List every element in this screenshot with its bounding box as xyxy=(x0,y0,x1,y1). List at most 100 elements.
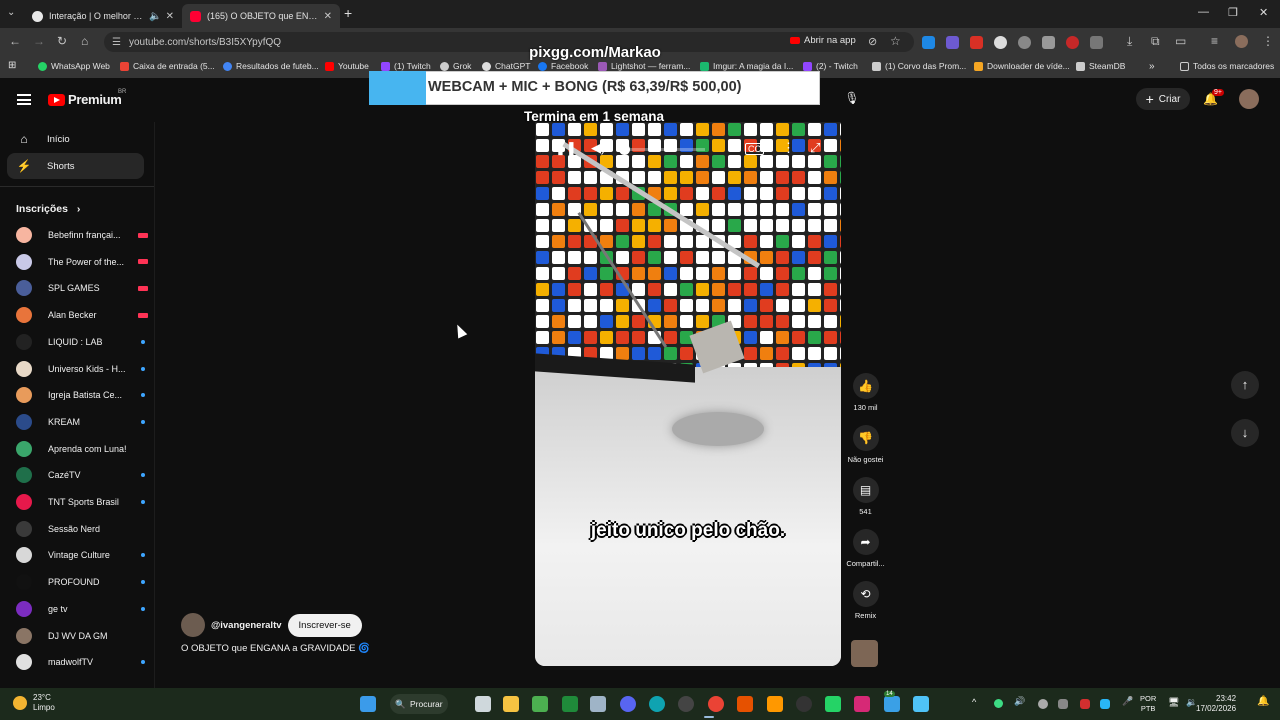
home-icon[interactable]: ⌂ xyxy=(81,34,88,48)
sidebar-item-inicio[interactable]: ⌂ Início xyxy=(7,126,144,152)
forward-icon[interactable]: → xyxy=(33,34,45,48)
site-info-icon[interactable]: ☰ xyxy=(112,37,121,48)
subscription-item[interactable]: Vintage Culture xyxy=(16,546,148,564)
bookmark-item[interactable]: WhatsApp Web xyxy=(38,61,110,71)
tab-close-icon[interactable]: ✕ xyxy=(166,11,174,22)
tray-app-icon[interactable] xyxy=(994,699,1003,708)
tray-speaker-icon[interactable]: 🔊 xyxy=(1014,696,1025,707)
subscription-item[interactable]: Igreja Batista Ce... xyxy=(16,386,148,404)
subscription-item[interactable]: The Power of the... xyxy=(16,253,148,271)
channel-name[interactable]: @ivangeneraltv xyxy=(211,620,282,631)
xbox-icon[interactable] xyxy=(562,696,578,712)
tray-app-icon[interactable] xyxy=(1038,699,1048,709)
extension-icon[interactable] xyxy=(946,36,959,49)
bookmark-item[interactable]: Facebook xyxy=(538,61,588,71)
adblock-icon[interactable] xyxy=(970,36,983,49)
extension-icon[interactable] xyxy=(1066,36,1079,49)
language-indicator[interactable]: POR PTB xyxy=(1140,694,1156,713)
volume-slider[interactable] xyxy=(619,144,705,155)
extensions-puzzle-icon[interactable] xyxy=(1090,36,1103,49)
fullscreen-icon[interactable]: ⤢ xyxy=(810,140,820,156)
taskbar-search[interactable]: 🔍 Procurar xyxy=(390,694,448,714)
tab-search-icon[interactable]: ≡ xyxy=(1211,34,1218,48)
window-close-icon[interactable]: ✕ xyxy=(1259,6,1268,19)
bookmark-item[interactable]: Caixa de entrada (5... xyxy=(120,61,215,71)
bookmark-star-icon[interactable]: ☆ xyxy=(890,34,901,48)
weather-widget[interactable]: 23°C Limpo xyxy=(13,693,55,713)
cloud-icon[interactable] xyxy=(767,696,783,712)
captions-cc-icon[interactable]: CC xyxy=(745,143,764,155)
maximize-icon[interactable]: ❐ xyxy=(1228,6,1238,19)
subscription-item[interactable]: DJ WV DA GM xyxy=(16,627,148,645)
previous-short-up-arrow-icon[interactable]: ↑ xyxy=(1231,371,1259,399)
voice-search-mic-icon[interactable]: 🎙 xyxy=(842,88,862,108)
subscription-item[interactable]: SPL GAMES xyxy=(16,279,148,297)
minimize-icon[interactable]: — xyxy=(1198,6,1209,18)
tray-mic-icon[interactable]: 🎤 xyxy=(1122,696,1133,707)
bookmark-item[interactable]: Downloader de víde... xyxy=(974,61,1070,71)
bookmark-item[interactable]: Grok xyxy=(440,61,471,71)
open-in-app-button[interactable]: Abrir na app xyxy=(790,35,856,46)
cast-icon[interactable]: ▭ xyxy=(1175,34,1186,48)
file-explorer-icon[interactable] xyxy=(503,696,519,712)
start-windows-icon[interactable] xyxy=(360,696,376,712)
extension-icon[interactable] xyxy=(994,36,1007,49)
store-icon[interactable] xyxy=(532,696,548,712)
channel-thumbnail[interactable] xyxy=(851,640,878,667)
tab-close-icon[interactable]: ✕ xyxy=(324,11,332,22)
all-bookmarks-folder[interactable]: Todos os marcadores xyxy=(1180,61,1274,71)
subscription-item[interactable]: CazéTV xyxy=(16,466,148,484)
subscription-item[interactable]: Universo Kids - H... xyxy=(16,360,148,378)
subscription-item[interactable]: TNT Sports Brasil xyxy=(16,493,148,511)
reload-icon[interactable]: ↻ xyxy=(57,34,67,48)
subscription-item[interactable]: Alan Becker xyxy=(16,306,148,324)
next-short-down-arrow-icon[interactable]: ↓ xyxy=(1231,419,1259,447)
dislike-button[interactable]: 👎 Não gostei xyxy=(843,425,888,464)
bookmark-item[interactable]: SteamDB xyxy=(1076,61,1125,71)
tab-audio-icon[interactable]: 🔈 xyxy=(149,11,161,22)
app-icon[interactable] xyxy=(737,696,753,712)
bookmark-item[interactable]: Imgur: A magia da I... xyxy=(700,61,793,71)
extension-icon[interactable] xyxy=(1018,36,1031,49)
remix-button[interactable]: ⟲ Remix xyxy=(843,581,888,620)
bookmarks-more-icon[interactable]: » xyxy=(1149,61,1155,72)
github-icon[interactable] xyxy=(678,696,694,712)
extension-icon[interactable] xyxy=(1042,36,1055,49)
apps-grid-icon[interactable]: ⊞ xyxy=(8,60,16,71)
more-options-icon[interactable]: ⋮ xyxy=(782,140,795,156)
tray-app-icon[interactable] xyxy=(1100,699,1110,709)
subscription-item[interactable]: ge tv xyxy=(16,600,148,618)
download-icon[interactable]: ⤓ xyxy=(1127,34,1132,49)
extension-icon[interactable] xyxy=(922,36,935,49)
task-view-icon[interactable] xyxy=(475,696,491,712)
subscription-item[interactable]: PROFOUND xyxy=(16,573,148,591)
bookmark-item[interactable]: (1) Twitch xyxy=(381,61,431,71)
notepad-icon[interactable] xyxy=(913,696,929,712)
back-icon[interactable]: ← xyxy=(9,34,21,48)
subscription-item[interactable]: madwolfTV xyxy=(16,653,148,671)
bookmark-item[interactable]: ChatGPT xyxy=(482,61,530,71)
subscribe-button[interactable]: Inscrever-se xyxy=(287,613,362,637)
short-video-player[interactable]: jeito unico pelo chão. ❚❚ ◀) CC ⋮ ⤢ xyxy=(535,122,841,666)
create-button[interactable]: + Criar xyxy=(1136,88,1190,110)
notification-center-icon[interactable]: 🔔 xyxy=(1257,696,1269,707)
subscription-item[interactable]: KREAM xyxy=(16,413,148,431)
volume-icon[interactable]: ◀) xyxy=(591,140,605,156)
hamburger-menu-icon[interactable] xyxy=(17,94,31,105)
new-tab-icon[interactable]: + xyxy=(344,5,352,21)
discord-icon[interactable] xyxy=(620,696,636,712)
subscription-item[interactable]: LIQUID : LAB xyxy=(16,333,148,351)
bookmark-item[interactable]: (2) - Twitch xyxy=(803,61,858,71)
account-avatar[interactable] xyxy=(1239,89,1259,109)
obs-icon[interactable] xyxy=(796,696,812,712)
edge-icon[interactable] xyxy=(649,696,665,712)
tray-app-icon[interactable] xyxy=(1080,699,1090,709)
tab-search-icon[interactable]: ⌄ xyxy=(7,7,15,18)
subscriptions-header[interactable]: Inscrições › xyxy=(16,203,80,215)
system-clock[interactable]: 23:42 17/02/2026 xyxy=(1196,694,1236,714)
bookmark-item[interactable]: (1) Corvo das Prom... xyxy=(872,61,966,71)
like-button[interactable]: 👍 130 mil xyxy=(843,373,888,412)
bookmark-item[interactable]: Lightshot — ferram... xyxy=(598,61,690,71)
tray-chevron-icon[interactable]: ^ xyxy=(972,697,976,707)
eye-off-icon[interactable]: ⊘ xyxy=(868,35,877,48)
